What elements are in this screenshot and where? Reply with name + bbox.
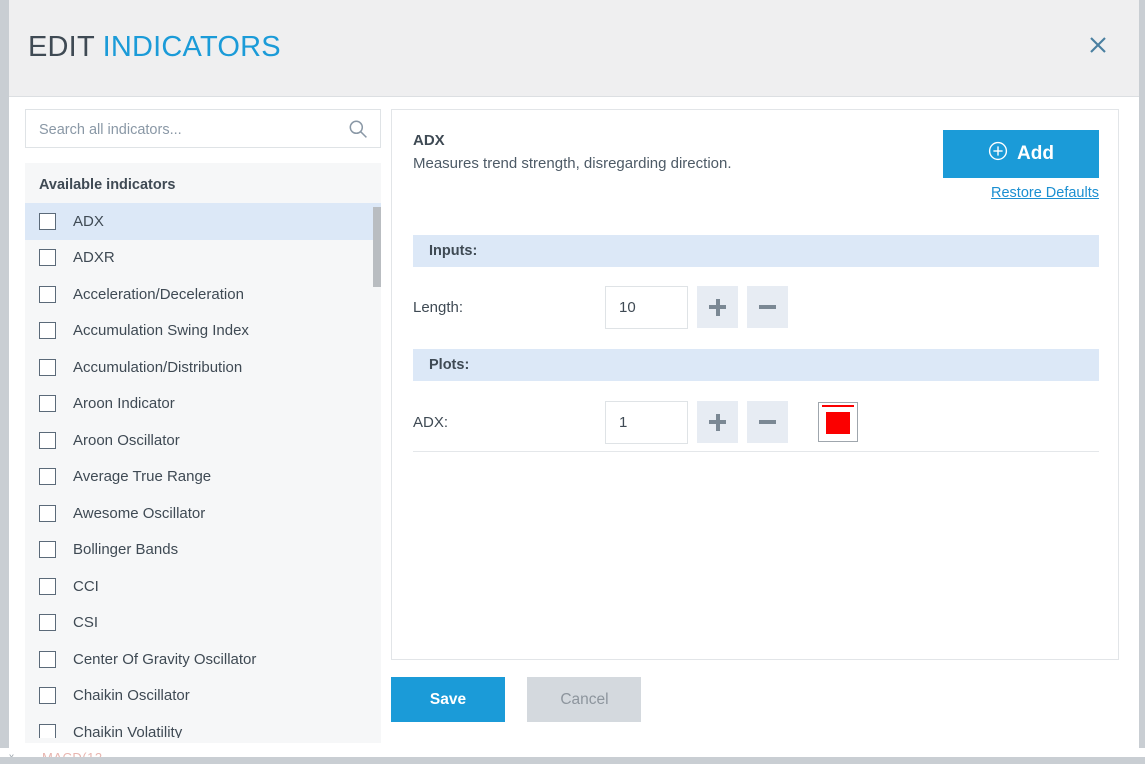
checkbox-icon[interactable] bbox=[39, 541, 56, 558]
available-indicators-panel: Available indicators ADX ADXR Acceleration… bbox=[25, 163, 381, 743]
list-item-label: CSI bbox=[73, 614, 98, 631]
color-swatch-icon bbox=[822, 405, 854, 407]
checkbox-icon[interactable] bbox=[39, 578, 56, 595]
list-item[interactable]: Average True Range bbox=[25, 459, 381, 496]
list-item[interactable]: Accumulation/Distribution bbox=[25, 349, 381, 386]
list-item-label: Aroon Indicator bbox=[73, 395, 175, 412]
list-item-label: CCI bbox=[73, 578, 99, 595]
list-item-label: ADX bbox=[73, 213, 104, 230]
plot-row-divider bbox=[413, 451, 1099, 452]
title-accent: INDICATORS bbox=[103, 31, 281, 63]
list-item-label: Aroon Oscillator bbox=[73, 432, 180, 449]
indicator-browser: Available indicators ADX ADXR Acceleration… bbox=[25, 109, 381, 748]
list-item[interactable]: ADXR bbox=[25, 240, 381, 277]
save-button[interactable]: Save bbox=[391, 677, 505, 722]
list-item[interactable]: CCI bbox=[25, 568, 381, 605]
list-item[interactable]: CSI bbox=[25, 605, 381, 642]
list-item-label: Chaikin Volatility bbox=[73, 724, 182, 738]
checkbox-icon[interactable] bbox=[39, 395, 56, 412]
adx-plot-label: ADX: bbox=[413, 414, 605, 431]
indicator-detail-panel: ADX Measures trend strength, disregardin… bbox=[391, 109, 1119, 660]
checkbox-icon[interactable] bbox=[39, 468, 56, 485]
list-item-label: Chaikin Oscillator bbox=[73, 687, 190, 704]
list-item[interactable]: Bollinger Bands bbox=[25, 532, 381, 569]
list-item[interactable]: ADX bbox=[25, 203, 381, 240]
checkbox-icon[interactable] bbox=[39, 724, 56, 738]
adx-plot-width-input[interactable] bbox=[605, 401, 688, 444]
plus-icon bbox=[709, 414, 726, 431]
minus-icon bbox=[759, 414, 776, 431]
checkbox-icon[interactable] bbox=[39, 505, 56, 522]
list-item[interactable]: Acceleration/Deceleration bbox=[25, 276, 381, 313]
cancel-button[interactable]: Cancel bbox=[527, 677, 641, 722]
list-item-label: ADXR bbox=[73, 249, 115, 266]
length-decrement-button[interactable] bbox=[747, 286, 788, 328]
list-item-label: Bollinger Bands bbox=[73, 541, 178, 558]
list-item-label: Accumulation Swing Index bbox=[73, 322, 249, 339]
checkbox-icon[interactable] bbox=[39, 432, 56, 449]
dialog-header: EDIT INDICATORS bbox=[9, 0, 1139, 97]
list-item[interactable]: Aroon Oscillator bbox=[25, 422, 381, 459]
list-item-label: Average True Range bbox=[73, 468, 211, 485]
checkbox-icon[interactable] bbox=[39, 249, 56, 266]
list-item[interactable]: Chaikin Volatility bbox=[25, 714, 381, 738]
adx-plot-color-swatch[interactable] bbox=[818, 402, 858, 442]
edit-indicators-dialog: EDIT INDICATORS bbox=[9, 0, 1139, 748]
list-item[interactable]: Center Of Gravity Oscillator bbox=[25, 641, 381, 678]
indicator-list[interactable]: ADX ADXR Acceleration/Deceleration Accumula… bbox=[25, 203, 381, 738]
list-scrollbar-thumb[interactable] bbox=[373, 207, 381, 287]
checkbox-icon[interactable] bbox=[39, 651, 56, 668]
background-bottom-bar bbox=[0, 757, 1145, 764]
length-increment-button[interactable] bbox=[697, 286, 738, 328]
list-item-label: Awesome Oscillator bbox=[73, 505, 205, 522]
search-icon[interactable] bbox=[348, 119, 368, 139]
search-box bbox=[25, 109, 381, 148]
checkbox-icon[interactable] bbox=[39, 286, 56, 303]
detail-indicator-description: Measures trend strength, disregarding di… bbox=[413, 155, 732, 172]
list-item[interactable]: Awesome Oscillator bbox=[25, 495, 381, 532]
color-swatch-fill bbox=[826, 412, 850, 434]
checkbox-icon[interactable] bbox=[39, 359, 56, 376]
list-item[interactable]: Aroon Indicator bbox=[25, 386, 381, 423]
length-input[interactable] bbox=[605, 286, 688, 329]
list-item[interactable]: Accumulation Swing Index bbox=[25, 313, 381, 350]
title-primary: EDIT bbox=[28, 31, 94, 63]
minus-icon bbox=[759, 299, 776, 316]
inputs-section-header: Inputs: bbox=[413, 235, 1099, 267]
add-button-label: Add bbox=[1017, 143, 1054, 165]
checkbox-icon[interactable] bbox=[39, 213, 56, 230]
plot-row-adx: ADX: bbox=[413, 399, 1099, 445]
length-label: Length: bbox=[413, 299, 605, 316]
list-scrollbar[interactable] bbox=[373, 203, 381, 738]
plots-section-header: Plots: bbox=[413, 349, 1099, 381]
checkbox-icon[interactable] bbox=[39, 614, 56, 631]
add-button[interactable]: Add bbox=[943, 130, 1099, 178]
checkbox-icon[interactable] bbox=[39, 687, 56, 704]
background-right-strip bbox=[1139, 0, 1145, 764]
available-indicators-title: Available indicators bbox=[25, 163, 381, 203]
list-item[interactable]: Chaikin Oscillator bbox=[25, 678, 381, 715]
input-row-length: Length: bbox=[413, 284, 1099, 330]
list-item-label: Acceleration/Deceleration bbox=[73, 286, 244, 303]
search-input[interactable] bbox=[37, 110, 341, 149]
restore-defaults-link[interactable]: Restore Defaults bbox=[991, 185, 1099, 201]
checkbox-icon[interactable] bbox=[39, 322, 56, 339]
list-item-label: Center Of Gravity Oscillator bbox=[73, 651, 256, 668]
plus-icon bbox=[709, 299, 726, 316]
page-title: EDIT INDICATORS bbox=[28, 31, 281, 64]
circle-plus-icon bbox=[988, 141, 1008, 167]
detail-indicator-name: ADX bbox=[413, 132, 445, 149]
close-icon[interactable] bbox=[1084, 31, 1112, 59]
background-left-strip bbox=[0, 0, 9, 764]
screen-root: x MACD(12, EDIT INDICATORS bbox=[0, 0, 1145, 764]
dialog-body: Available indicators ADX ADXR Acceleration… bbox=[9, 97, 1139, 748]
dialog-footer: Save Cancel bbox=[391, 677, 641, 722]
adx-plot-increment-button[interactable] bbox=[697, 401, 738, 443]
list-item-label: Accumulation/Distribution bbox=[73, 359, 242, 376]
adx-plot-decrement-button[interactable] bbox=[747, 401, 788, 443]
